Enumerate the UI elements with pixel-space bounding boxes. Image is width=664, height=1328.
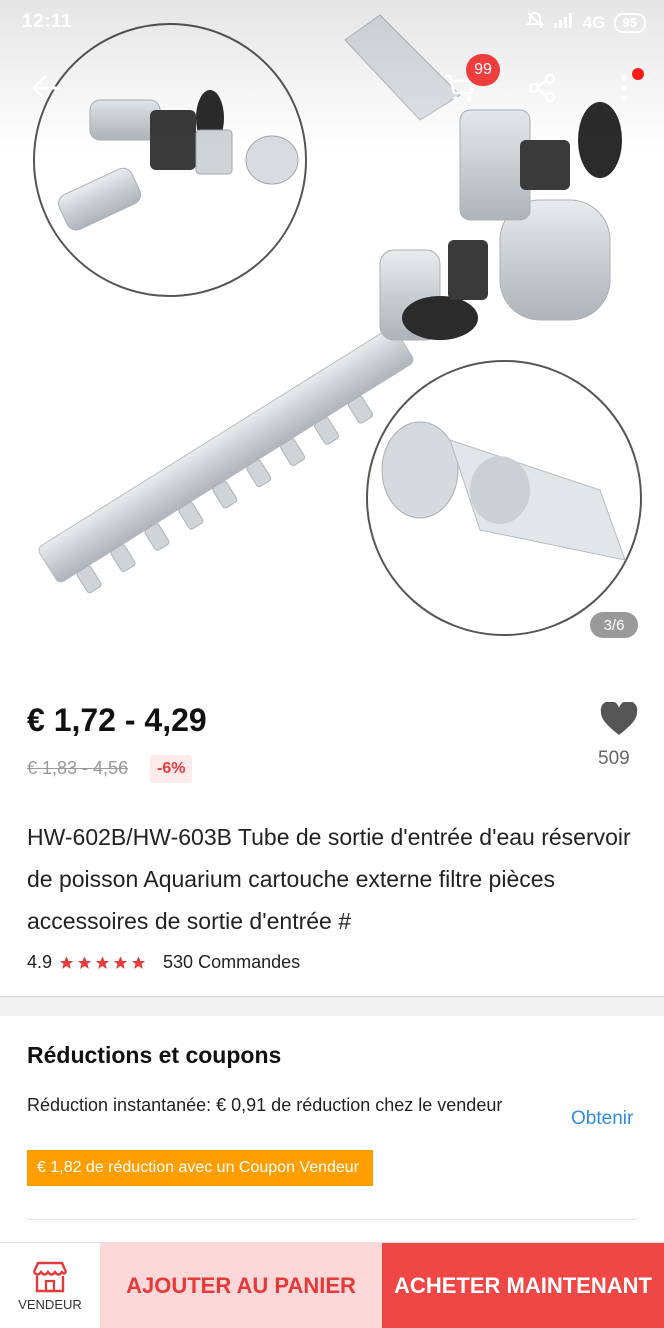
back-button[interactable] <box>22 64 70 112</box>
store-icon <box>32 1261 68 1292</box>
notification-dot <box>632 68 644 80</box>
more-vertical-icon <box>621 75 627 101</box>
battery-indicator: 95 <box>613 13 646 33</box>
star-icon <box>113 955 128 969</box>
star-icon <box>59 955 74 969</box>
status-indicators: 4G 95 <box>525 10 646 36</box>
obtain-coupon-link[interactable]: Obtenir <box>571 1108 633 1130</box>
add-to-cart-button[interactable]: AJOUTER AU PANIER <box>100 1243 382 1328</box>
heart-icon <box>600 702 638 735</box>
product-title: HW-602B/HW-603B Tube de sortie d'entrée … <box>27 824 631 934</box>
wishlist-button[interactable] <box>596 696 642 742</box>
seller-coupon-tag[interactable]: € 1,82 de réduction avec un Coupon Vende… <box>23 1150 377 1186</box>
back-arrow-icon <box>32 75 61 101</box>
coupons-heading: Réductions et coupons <box>27 1042 282 1068</box>
mute-icon <box>525 10 545 36</box>
rating-row[interactable]: 4.9 530 Commandes <box>27 952 300 973</box>
star-icon <box>131 955 146 969</box>
share-button[interactable] <box>518 64 566 112</box>
rating-value: 4.9 <box>27 952 53 972</box>
buy-now-button[interactable]: ACHETER MAINTENANT <box>382 1243 664 1328</box>
star-icon <box>77 955 92 969</box>
cart-count-badge: 99 <box>466 54 500 86</box>
status-time: 12:11 <box>22 11 73 32</box>
orders-count: 530 Commandes <box>163 952 301 972</box>
signal-icon <box>553 12 575 34</box>
bottom-action-bar: VENDEUR AJOUTER AU PANIER ACHETER MAINTE… <box>0 1242 664 1328</box>
divider-line <box>27 1219 637 1220</box>
section-divider <box>0 996 664 1016</box>
instant-discount-text: Réduction instantanée: € 0,91 de réducti… <box>27 1095 503 1115</box>
star-icon <box>95 955 110 969</box>
price-range: € 1,72 - 4,29 <box>27 702 207 738</box>
rating-stars <box>58 955 147 971</box>
status-bar: 12:11 4G 95 <box>0 0 664 44</box>
vendor-button[interactable]: VENDEUR <box>0 1243 100 1328</box>
vendor-label: VENDEUR <box>18 1296 82 1312</box>
wishlist-count: 509 <box>598 748 630 769</box>
network-type: 4G <box>582 13 606 32</box>
discount-badge: -6% <box>150 755 193 783</box>
image-counter: 3/6 <box>590 612 638 638</box>
share-icon <box>528 73 556 103</box>
more-button[interactable] <box>600 64 648 112</box>
cart-button[interactable]: 99 <box>436 54 500 112</box>
original-price: € 1,83 - 4,56 <box>27 758 129 778</box>
